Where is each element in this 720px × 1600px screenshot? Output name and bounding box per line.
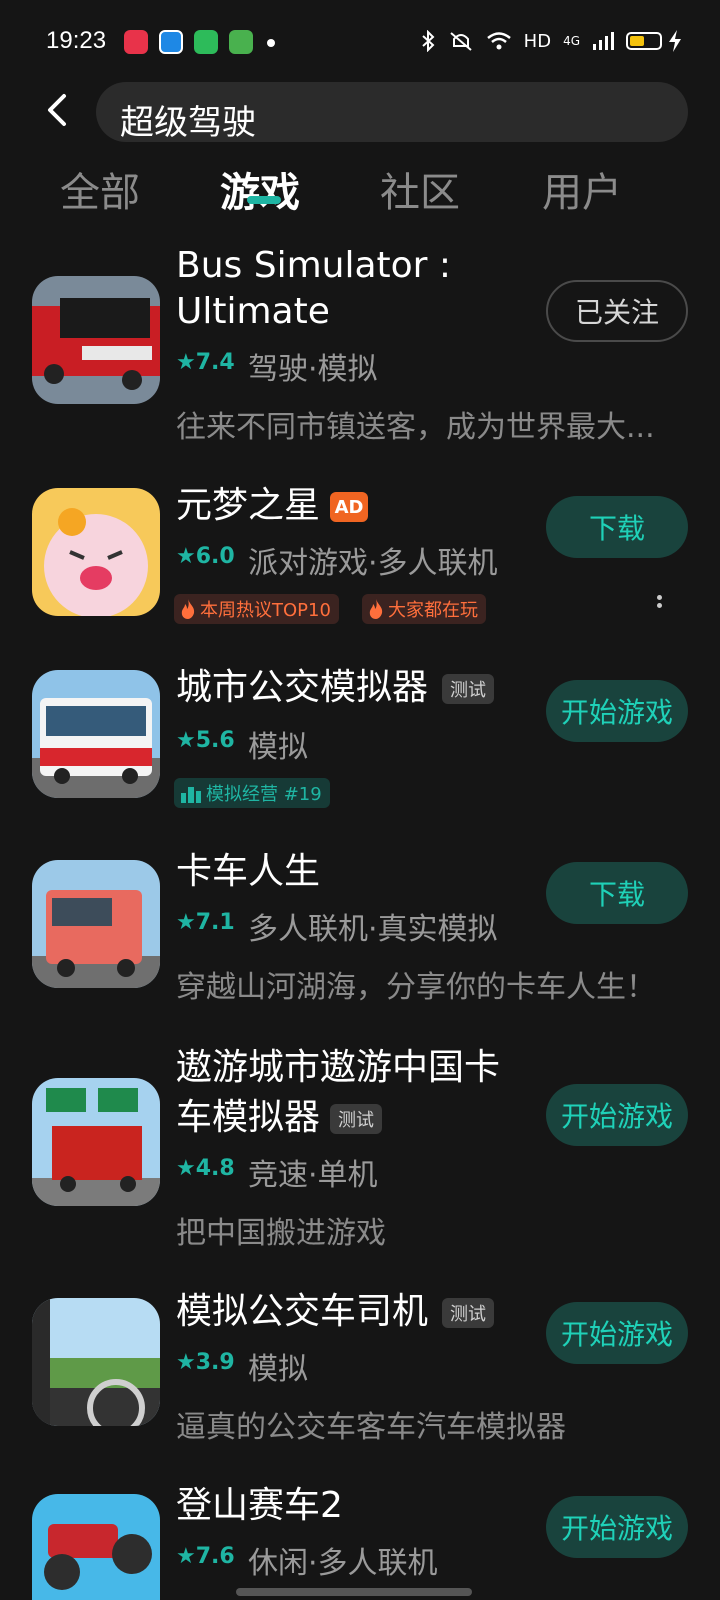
game-result-list: Bus Simulator : Ultimate ★7.4 驾驶·模拟 往来不同… <box>0 0 720 1600</box>
game-rating: ★4.8 <box>176 1156 235 1181</box>
game-title-line2: Ultimate <box>176 291 330 332</box>
game-icon <box>32 860 160 988</box>
game-title-line1: Bus Simulator : <box>176 245 452 286</box>
game-title: 模拟公交车司机 <box>176 1291 429 1332</box>
rating-value: 7.1 <box>195 910 235 935</box>
rating-value: 7.4 <box>195 350 235 375</box>
game-icon <box>32 1078 160 1206</box>
download-button[interactable]: 下载 <box>546 496 688 558</box>
game-description: 往来不同市镇送客，成为世界最大... <box>176 410 655 445</box>
hot-tag: 本周热议TOP10 <box>174 594 339 624</box>
play-button[interactable]: 开始游戏 <box>546 1496 688 1558</box>
game-title: 城市公交模拟器 <box>176 667 429 708</box>
game-icon <box>32 488 160 616</box>
play-button[interactable]: 开始游戏 <box>546 1084 688 1146</box>
play-button[interactable]: 开始游戏 <box>546 680 688 742</box>
game-rating: ★7.6 <box>176 1544 235 1569</box>
bus-driver-image <box>32 1298 160 1426</box>
ranking-tag: 模拟经营 #19 <box>174 778 330 808</box>
fire-icon <box>369 599 383 619</box>
hill-climb-image <box>32 1494 160 1600</box>
china-truck-image <box>32 1078 160 1206</box>
rating-value: 4.8 <box>195 1156 235 1181</box>
cartoon-character-image <box>32 488 160 616</box>
hot-tag-label: 本周热议TOP10 <box>200 600 331 621</box>
game-title-line2: 车模拟器 <box>176 1097 321 1138</box>
game-tags: 派对游戏·多人联机 <box>248 546 498 581</box>
game-description: 逼真的公交车客车汽车模拟器 <box>176 1410 566 1445</box>
game-title-line1: 遨游城市遨游中国卡 <box>176 1047 501 1088</box>
rating-value: 6.0 <box>195 544 235 569</box>
game-rating: ★6.0 <box>176 544 235 569</box>
game-description: 穿越山河湖海，分享你的卡车人生！ <box>176 970 656 1005</box>
game-rating: ★7.1 <box>176 910 235 935</box>
test-badge: 测试 <box>442 1298 494 1328</box>
ad-badge: AD <box>330 492 368 522</box>
game-rating: ★3.9 <box>176 1350 235 1375</box>
hot-tag: 大家都在玩 <box>362 594 486 624</box>
city-bus-image <box>32 670 160 798</box>
game-icon <box>32 670 160 798</box>
home-indicator[interactable] <box>236 1588 472 1596</box>
game-tags: 模拟 <box>248 1352 308 1387</box>
game-tags: 模拟 <box>248 730 308 765</box>
game-icon <box>32 276 160 404</box>
test-badge: 测试 <box>442 674 494 704</box>
ranking-label: 模拟经营 #19 <box>206 784 322 805</box>
game-title: 登山赛车2 <box>176 1485 343 1526</box>
rating-value: 3.9 <box>195 1350 235 1375</box>
bus-image <box>32 276 160 404</box>
game-description: 把中国搬进游戏 <box>176 1216 386 1251</box>
game-icon <box>32 1298 160 1426</box>
game-title: 元梦之星 <box>176 485 321 526</box>
game-icon <box>32 1494 160 1600</box>
rating-value: 5.6 <box>195 728 235 753</box>
fire-icon <box>181 599 195 619</box>
game-tags: 多人联机·真实模拟 <box>248 912 498 947</box>
play-button[interactable]: 开始游戏 <box>546 1302 688 1364</box>
game-tags: 驾驶·模拟 <box>248 352 378 387</box>
game-title: 卡车人生 <box>176 851 321 892</box>
rating-value: 7.6 <box>195 1544 235 1569</box>
followed-button[interactable]: 已关注 <box>546 280 688 342</box>
game-rating: ★7.4 <box>176 350 235 375</box>
ranking-icon <box>181 787 201 803</box>
game-tags: 休闲·多人联机 <box>248 1546 438 1581</box>
more-options-icon[interactable] <box>654 592 664 618</box>
hot-tag-label: 大家都在玩 <box>388 600 478 621</box>
truck-image <box>32 860 160 988</box>
game-tags: 竞速·单机 <box>248 1158 378 1193</box>
game-rating: ★5.6 <box>176 728 235 753</box>
test-badge: 测试 <box>330 1104 382 1134</box>
download-button[interactable]: 下载 <box>546 862 688 924</box>
